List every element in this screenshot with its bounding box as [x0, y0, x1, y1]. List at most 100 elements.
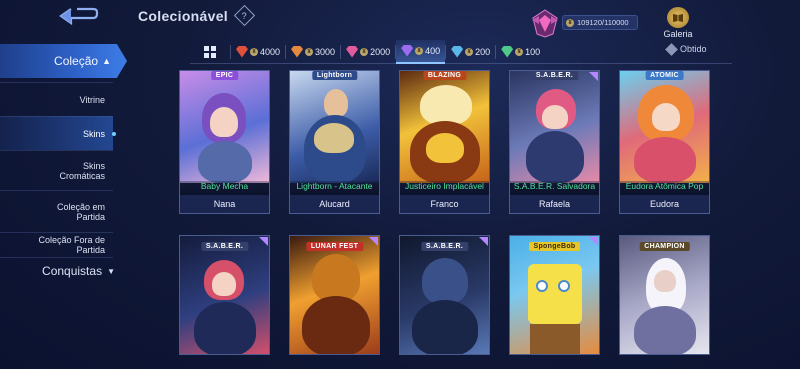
filter-tab-4000[interactable]: ¥ 4000: [231, 40, 285, 64]
filter-tab-200[interactable]: ¥ 200: [446, 40, 495, 64]
coin-icon: ¥: [465, 47, 474, 56]
skin-art: [290, 236, 379, 354]
gem-blue-icon: [451, 45, 464, 58]
chevron-up-icon: ▲: [102, 56, 111, 66]
coin-icon: ¥: [566, 18, 574, 27]
book-icon: [667, 7, 689, 28]
filter-value: 3000: [315, 46, 336, 57]
skin-badge: CHAMPION: [639, 242, 690, 251]
filter-tab-400[interactable]: ¥ 400: [396, 39, 446, 64]
hero-name: Alucard: [290, 195, 379, 213]
hero-name: Franco: [400, 195, 489, 213]
skin-badge: SpongeBob: [528, 242, 581, 251]
skin-art: [620, 71, 709, 183]
skin-card[interactable]: ATOMIC Eudora Atômica Pop Eudora: [619, 70, 710, 214]
coin-icon: ¥: [515, 47, 524, 56]
skin-name: Eudora Atômica Pop: [620, 181, 709, 195]
sidebar-item-skins-cromaticas[interactable]: Skins Cromáticas: [0, 150, 113, 190]
obtained-label: Obtido: [680, 44, 707, 54]
sidebar-item-colecao-fora-de-partida[interactable]: Coleção Fora de Partida: [0, 232, 113, 258]
sidebar-item-label: Coleção em Partida: [56, 201, 105, 222]
grid-icon: [204, 45, 216, 58]
skin-art: [290, 71, 379, 183]
coin-icon: ¥: [415, 46, 424, 55]
sidebar-item-label: Skins Cromáticas: [59, 160, 105, 181]
skin-card[interactable]: BLAZING Justiceiro Implacável Franco: [399, 70, 490, 214]
coin-icon: ¥: [360, 47, 369, 56]
skin-card[interactable]: S.A.B.E.R.: [179, 235, 270, 355]
sidebar-conquistas[interactable]: Conquistas ▼: [0, 258, 127, 284]
sidebar-item-label: Skins: [82, 128, 105, 139]
price-filter-bar: ¥ 4000 ¥ 3000 ¥ 2000 ¥ 400 ¥ 200 ¥ 100: [190, 39, 732, 64]
skin-badge: S.A.B.E.R.: [530, 71, 579, 80]
corner-gem-icon: [259, 237, 268, 246]
page-title: Colecionável: [138, 8, 228, 24]
back-arrow-icon: [59, 7, 99, 26]
skin-name: Baby Mecha: [180, 181, 269, 195]
skin-art: [180, 236, 269, 354]
sidebar-item-label: Vitrine: [79, 94, 105, 105]
gallery-button[interactable]: Galeria: [658, 7, 698, 39]
skin-badge: BLAZING: [422, 71, 467, 80]
skin-card[interactable]: LUNAR FEST: [289, 235, 380, 355]
skin-name: Justiceiro Implacável: [400, 181, 489, 195]
chevron-down-icon: ▼: [107, 266, 115, 276]
skin-card[interactable]: SpongeBob: [509, 235, 600, 355]
skin-badge: S.A.B.E.R.: [420, 242, 469, 251]
gem-red-icon: [236, 45, 248, 58]
skin-art: [400, 236, 489, 354]
progress-value: 109120/110000: [577, 18, 629, 27]
collection-progress: ¥ 109120/110000: [562, 15, 638, 30]
sidebar-colecao-label: Coleção: [54, 54, 99, 68]
corner-gem-icon: [369, 237, 378, 246]
filter-tab-100[interactable]: ¥ 100: [496, 40, 545, 64]
top-bar: Colecionável ? ¥ 109120/110000 Galeria: [0, 0, 800, 40]
skin-card[interactable]: S.A.B.E.R.: [399, 235, 490, 355]
sidebar-conquistas-label: Conquistas: [42, 264, 103, 278]
skin-card[interactable]: Lightborn Lightborn - Atacante Alucard: [289, 70, 380, 214]
selected-dot-icon: [112, 131, 116, 136]
grid-view-button[interactable]: [190, 40, 230, 64]
gem-orange-icon: [291, 45, 304, 58]
filter-tab-2000[interactable]: ¥ 2000: [341, 40, 395, 64]
filter-value: 400: [425, 45, 441, 56]
back-button[interactable]: [52, 5, 106, 27]
skin-badge: ATOMIC: [645, 71, 684, 80]
filter-value: 100: [525, 46, 541, 57]
hero-name: Rafaela: [510, 195, 599, 213]
skin-badge: S.A.B.E.R.: [200, 242, 249, 251]
skin-badge: EPIC: [210, 71, 239, 80]
corner-gem-icon: [589, 237, 598, 246]
help-icon[interactable]: ?: [233, 4, 256, 27]
gem-purple-icon: [401, 44, 414, 57]
obtained-filter-toggle[interactable]: Obtido: [665, 42, 707, 56]
sidebar-item-vitrine[interactable]: Vitrine: [0, 82, 113, 116]
skin-name: S.A.B.E.R. Salvadora: [510, 181, 599, 195]
skin-art: [400, 71, 489, 183]
skin-card[interactable]: S.A.B.E.R. S.A.B.E.R. Salvadora Rafaela: [509, 70, 600, 214]
skin-name: Lightborn - Atacante: [290, 181, 379, 195]
sidebar-item-colecao-em-partida[interactable]: Coleção em Partida: [0, 190, 113, 232]
gallery-label: Galeria: [663, 29, 693, 39]
hero-name: Eudora: [620, 195, 709, 213]
corner-gem-icon: [589, 72, 598, 81]
skin-card[interactable]: EPIC Baby Mecha Nana: [179, 70, 270, 214]
coin-icon: ¥: [250, 47, 258, 56]
skin-art: [510, 71, 599, 183]
skin-art: [620, 236, 709, 354]
diamond-icon: [665, 42, 678, 56]
sidebar-item-label: Coleção Fora de Partida: [38, 235, 105, 255]
rank-emblem-icon: [532, 9, 558, 38]
skin-art: [510, 236, 599, 354]
hero-name: Nana: [180, 195, 269, 213]
filter-value: 200: [475, 46, 491, 57]
filter-value: 4000: [260, 46, 281, 57]
skin-card[interactable]: CHAMPION: [619, 235, 710, 355]
coin-icon: ¥: [305, 47, 314, 56]
skin-art: [180, 71, 269, 183]
sidebar-colecao[interactable]: Coleção ▲: [0, 44, 127, 78]
filter-tab-3000[interactable]: ¥ 3000: [286, 40, 340, 64]
gem-pink-icon: [346, 45, 359, 58]
sidebar-item-skins[interactable]: Skins: [0, 116, 116, 150]
skin-badge: LUNAR FEST: [305, 242, 364, 251]
